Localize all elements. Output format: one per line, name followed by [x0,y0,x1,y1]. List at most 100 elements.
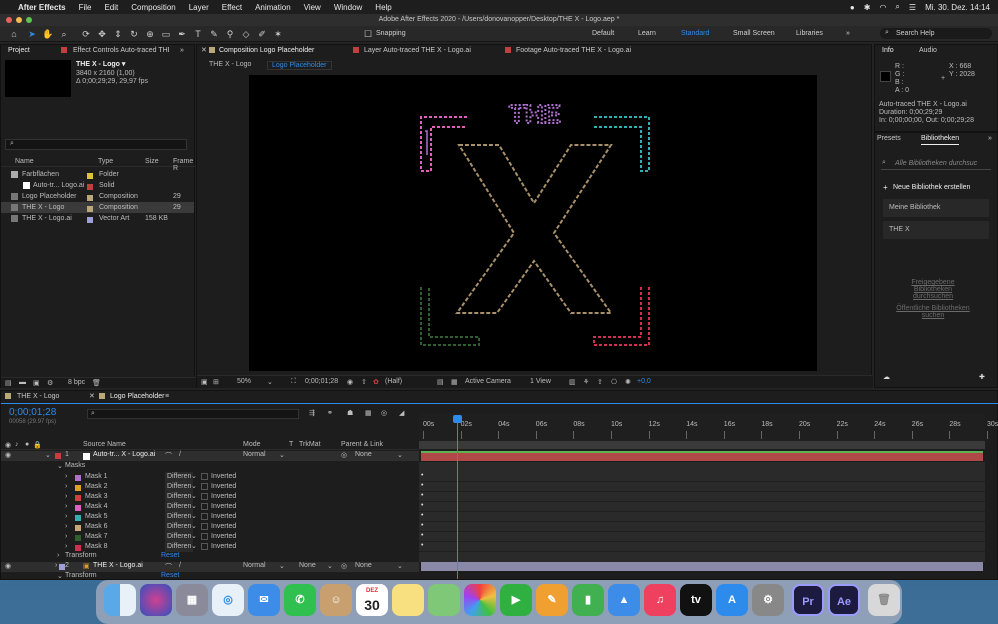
mask-track[interactable]: • [419,502,985,512]
puppet-tool-icon[interactable]: ✶ [272,28,284,40]
mask-row[interactable]: › Mask 5 Differen ⌄ Inverted [1,512,419,522]
parent-dropdown[interactable]: None [355,562,372,569]
new-comp-icon[interactable]: ▣ [33,379,40,387]
region-icon[interactable]: ⛶ [291,378,296,386]
chevron-down-icon[interactable]: ⌄ [327,562,333,570]
search-help-field[interactable]: ⌕ Search Help [880,28,992,39]
shared-libraries-link[interactable]: Freigegebene Bibliotheken durchsuchen [903,279,963,300]
mask-mode-dropdown[interactable]: Differen [165,502,194,512]
eraser-tool-icon[interactable]: ◇ [240,28,252,40]
flowchart-icon[interactable]: ⚘ [583,378,589,386]
mask-name[interactable]: Mask 2 [85,482,108,492]
expand-chevron-icon[interactable]: › [65,492,67,502]
chevron-down-icon[interactable]: ⌄ [191,532,197,542]
tab-effect-controls[interactable]: Effect Controls Auto-traced THE X [73,45,169,57]
library-item-the-x[interactable]: THE X [883,221,989,239]
shy-icon[interactable]: ☗ [347,409,353,417]
frame-blending-icon[interactable]: ▦ [365,409,372,417]
snapping-checkbox[interactable]: ☐ [362,28,374,40]
mask-mode-dropdown[interactable]: Differen [165,522,194,532]
mask-name[interactable]: Mask 5 [85,512,108,522]
expand-chevron-icon[interactable]: ⌄ [57,572,63,580]
resolution-dropdown[interactable]: (Half) [385,378,402,385]
mask-name[interactable]: Mask 3 [85,492,108,502]
col-mode[interactable]: Mode [243,441,261,448]
mask-row[interactable]: › Mask 1 Differen ⌄ Inverted [1,472,419,482]
creative-cloud-icon[interactable]: ● [850,3,855,12]
col-t[interactable]: T [289,441,293,448]
expand-chevron-icon[interactable]: › [65,532,67,542]
new-library-button[interactable]: Neue Bibliothek erstellen [893,184,970,191]
plus-icon[interactable]: + [883,183,888,192]
mask-name[interactable]: Mask 4 [85,502,108,512]
keyframe-icon[interactable]: • [421,472,423,479]
mask-name[interactable]: Mask 7 [85,532,108,542]
system-preferences-icon[interactable]: ⚙ [752,584,784,616]
col-type[interactable]: Type [98,158,113,165]
project-item[interactable]: THE X - Logo Composition 29 [1,202,194,213]
shy-switch-icon[interactable]: ⌒ [165,451,172,461]
visibility-icon[interactable]: ◉ [5,451,11,459]
menu-window[interactable]: Window [334,3,362,12]
layer-row-1[interactable]: ◉ ⌄ 1 Auto-tr... X - Logo.ai ⌒ / Normal … [1,451,419,461]
panel-menu-icon[interactable]: ≡ [165,391,169,403]
solo-icon[interactable]: ● [25,441,29,448]
photos-icon[interactable] [464,584,496,616]
tab-bibliotheken[interactable]: Bibliotheken [921,133,960,145]
mask-track[interactable]: • [419,522,985,532]
menu-file[interactable]: File [79,3,92,12]
expand-chevron-icon[interactable]: › [57,552,59,559]
item-label-color[interactable] [87,215,93,226]
chevron-down-icon[interactable]: ⌄ [191,522,197,532]
anchor-tool-icon[interactable]: ⊕ [144,28,156,40]
trkmat-dropdown[interactable]: None [299,562,316,569]
chevron-down-icon[interactable]: ⌄ [267,378,273,386]
chevron-down-icon[interactable]: ⌄ [279,562,285,570]
exposure-value[interactable]: +0,0 [637,378,651,385]
quality-switch-icon[interactable]: / [179,451,181,458]
control-center-icon[interactable]: ☰ [909,3,916,12]
graph-editor-icon[interactable]: ◢ [399,409,404,417]
chevron-down-icon[interactable]: ⌄ [279,451,285,459]
expand-chevron-icon[interactable]: ⌄ [45,451,51,459]
tab-the-x-logo[interactable]: THE X - Logo [17,391,59,403]
orbit-tool-icon[interactable]: ⟳ [80,28,92,40]
workspace-default[interactable]: Default [592,30,614,37]
project-search-input[interactable]: ⌕ [5,139,187,150]
mask-mode-dropdown[interactable]: Differen [165,532,194,542]
new-folder-icon[interactable]: ▬ [19,379,26,386]
chevron-down-icon[interactable]: ⌄ [191,492,197,502]
search-icon[interactable]: ⌕ [895,2,899,12]
tab-layer[interactable]: Layer Auto-traced THE X - Logo.ai [364,45,471,57]
rectangle-tool-icon[interactable]: ▭ [160,28,172,40]
menu-composition[interactable]: Composition [131,3,175,12]
mask-mode-dropdown[interactable]: Differen [165,542,194,552]
reset-button[interactable]: Reset [161,572,179,579]
mask-row[interactable]: › Mask 8 Differen ⌄ Inverted [1,542,419,552]
parent-dropdown[interactable]: None [355,451,372,458]
visibility-icon[interactable]: ◉ [5,562,11,570]
transform-group-1[interactable]: › Transform Reset [1,552,419,562]
menu-view[interactable]: View [304,3,321,12]
trash-icon[interactable]: 🗑 [92,379,101,387]
timeline-search-input[interactable]: ⌕ [87,409,299,419]
rotate-tool-icon[interactable]: ↻ [128,28,140,40]
tab-composition[interactable]: Composition Logo Placeholder [219,45,314,57]
time-ruler[interactable]: 00s 02s 04s 06s 08s 10s 12s 14s 16s 18s 20s 22s 24s 2… [419,413,998,441]
tab-presets[interactable]: Presets [877,133,901,145]
toggle-pixel-icon[interactable]: ▥ [569,378,576,386]
mask-track[interactable]: • [419,482,985,492]
show-snapshot-icon[interactable]: ⇧ [361,378,367,386]
work-area-bar[interactable] [419,441,985,449]
snapshot-icon[interactable]: ◉ [347,378,353,386]
expand-chevron-icon[interactable]: › [65,472,67,482]
inverted-checkbox[interactable] [201,533,208,540]
comp-viewer[interactable]: THE [249,75,817,371]
menu-edit[interactable]: Edit [104,3,118,12]
hand-tool-icon[interactable]: ✋ [42,28,54,40]
roto-tool-icon[interactable]: ✐ [256,28,268,40]
zoom-icon[interactable] [26,17,32,23]
timeline-current-time[interactable]: 0;00;01;28 [9,407,56,418]
col-size[interactable]: Size [145,158,159,165]
mask-track[interactable]: • [419,532,985,542]
